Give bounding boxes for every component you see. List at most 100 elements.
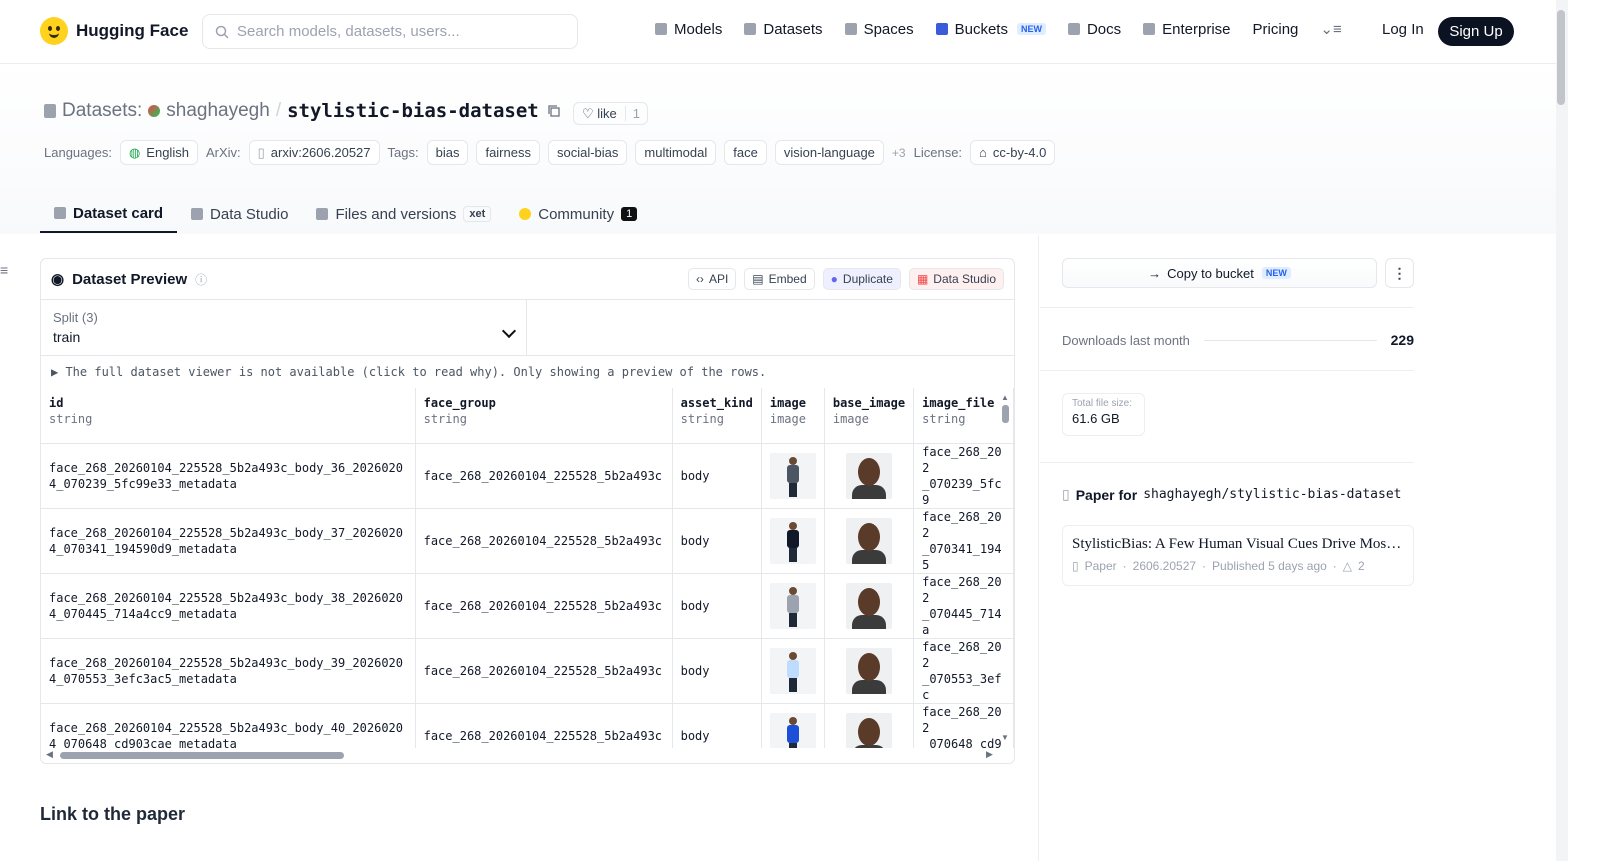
- split-select[interactable]: Split (3) train: [41, 300, 527, 355]
- face-image-thumbnail[interactable]: [845, 582, 892, 629]
- copy-to-bucket-button[interactable]: → Copy to bucket NEW: [1062, 258, 1377, 288]
- tag-item[interactable]: bias: [426, 140, 469, 165]
- login-link[interactable]: Log In: [1382, 21, 1424, 38]
- tag-license[interactable]: ⌂ cc-by-4.0: [970, 140, 1056, 165]
- brand-logo[interactable]: Hugging Face: [40, 17, 188, 45]
- file-size-card: Total file size: 61.6 GB: [1062, 393, 1145, 436]
- face-image-thumbnail[interactable]: [845, 712, 892, 748]
- tag-language[interactable]: ◍ English: [119, 140, 198, 165]
- table-row[interactable]: face_268_20260104_225528_5b2a493c_body_3…: [41, 508, 1014, 574]
- spaces-icon: [844, 23, 857, 35]
- repo-owner-link[interactable]: shaghayegh: [166, 100, 270, 122]
- column-header[interactable]: id string: [41, 388, 416, 444]
- nav-pricing-label: Pricing: [1252, 20, 1299, 38]
- document-icon: ▯: [1072, 559, 1079, 573]
- tab-community[interactable]: Community 1: [505, 195, 651, 233]
- duplicate-button[interactable]: ● Duplicate: [822, 268, 901, 290]
- table-cell: face_268_202 _070341_1945: [913, 508, 1014, 574]
- body-image-thumbnail[interactable]: [769, 712, 816, 748]
- license-value: cc-by-4.0: [992, 145, 1047, 160]
- column-name: base_image: [832, 396, 906, 410]
- column-header[interactable]: face_group string: [415, 388, 673, 444]
- table-cell: [824, 508, 915, 574]
- table-row[interactable]: face_268_20260104_225528_5b2a493c_body_3…: [41, 443, 1014, 509]
- face-image-thumbnail[interactable]: [845, 647, 892, 694]
- table-cell: [761, 573, 825, 639]
- nav-datasets[interactable]: Datasets: [744, 20, 823, 38]
- table-row[interactable]: face_268_20260104_225528_5b2a493c_body_4…: [41, 703, 1014, 748]
- nav-datasets-label: Datasets: [763, 20, 823, 38]
- body-image-thumbnail[interactable]: [769, 452, 816, 499]
- face-image-thumbnail[interactable]: [845, 452, 892, 499]
- column-header[interactable]: image image: [761, 388, 825, 444]
- nav-pricing[interactable]: Pricing: [1253, 21, 1299, 38]
- arrow-right-icon: →: [1148, 265, 1162, 281]
- column-type: string: [49, 412, 93, 426]
- body-image-thumbnail[interactable]: [769, 517, 816, 564]
- paper-card[interactable]: StylisticBias: A Few Human Visual Cues D…: [1062, 525, 1414, 586]
- more-options-icon[interactable]: ⋮: [1385, 258, 1414, 288]
- table-horizontal-scrollbar[interactable]: ◀ ▶: [40, 748, 1014, 762]
- table-cell: face_268_202 _070553_3efc: [913, 638, 1014, 704]
- paper-upvotes: 2: [1358, 559, 1365, 573]
- table-cell: [761, 638, 825, 704]
- tab-label: Dataset card: [73, 204, 164, 222]
- embed-button[interactable]: ▤ Embed: [744, 268, 815, 290]
- api-label: API: [708, 272, 729, 286]
- table-cell: face_268_202 _070239_5fc9: [913, 443, 1014, 509]
- more-tags[interactable]: +3: [892, 146, 906, 160]
- tag-item[interactable]: vision-language: [774, 140, 884, 165]
- table-cell: body: [672, 638, 762, 704]
- copy-icon[interactable]: [547, 104, 561, 118]
- search-box[interactable]: [202, 14, 578, 49]
- nav-enterprise[interactable]: Enterprise: [1143, 21, 1231, 38]
- new-badge: NEW: [1016, 23, 1046, 35]
- table-row[interactable]: face_268_20260104_225528_5b2a493c_body_3…: [41, 638, 1014, 704]
- page-scrollbar[interactable]: [1556, 0, 1568, 861]
- nav-more-menu[interactable]: ⌄≡: [1320, 20, 1341, 38]
- tag-item[interactable]: social-bias: [547, 140, 628, 165]
- tag-item[interactable]: fairness: [476, 140, 540, 165]
- paper-title: StylisticBias: A Few Human Visual Cues D…: [1072, 536, 1402, 552]
- tab-dataset-card[interactable]: Dataset card: [40, 195, 178, 233]
- nav-spaces[interactable]: Spaces: [844, 20, 914, 38]
- table-cell: face_268_20260104_225528_5b2a493c: [415, 443, 673, 509]
- nav-docs[interactable]: Docs: [1067, 21, 1121, 38]
- nav-models[interactable]: Models: [655, 21, 722, 38]
- api-button[interactable]: ‹› API: [687, 268, 737, 290]
- eye-icon: ◉: [51, 271, 65, 288]
- globe-icon: ◍: [128, 144, 141, 160]
- tab-label: Community: [538, 205, 615, 223]
- nav-spaces-label: Spaces: [863, 20, 914, 38]
- tag-item[interactable]: face: [724, 140, 767, 165]
- breadcrumb-section[interactable]: Datasets:: [62, 100, 142, 122]
- body-image-thumbnail[interactable]: [769, 647, 816, 694]
- sidebar-toggle-icon[interactable]: ≡: [0, 262, 8, 278]
- tab-files[interactable]: Files and versions xet: [302, 195, 505, 233]
- search-input[interactable]: [237, 23, 557, 40]
- table-cell: face_268_20260104_225528_5b2a493c_body_4…: [41, 703, 416, 748]
- tag-arxiv[interactable]: ▯ arxiv:2606.20527: [248, 140, 380, 165]
- viewer-note[interactable]: ▶ The full dataset viewer is not availab…: [41, 356, 1014, 388]
- column-header[interactable]: base_image image: [824, 388, 915, 444]
- table-vertical-scrollbar[interactable]: ▲ ▼: [1000, 393, 1012, 743]
- tab-data-studio[interactable]: Data Studio: [177, 195, 302, 233]
- repo-name[interactable]: stylistic-bias-dataset: [287, 100, 539, 122]
- column-header[interactable]: image_file string: [913, 388, 1014, 444]
- data-studio-button[interactable]: ▦ Data Studio: [908, 268, 1004, 290]
- table-cell: body: [672, 703, 762, 748]
- signup-button[interactable]: Sign Up: [1438, 17, 1514, 46]
- section-heading: Link to the paper: [40, 804, 186, 824]
- filesize-label: Total file size:: [1072, 398, 1133, 409]
- body-image-thumbnail[interactable]: [769, 582, 816, 629]
- metadata-tags: Languages: ◍ English ArXiv: ▯ arxiv:2606.2…: [44, 140, 1056, 165]
- tag-item[interactable]: multimodal: [635, 140, 717, 165]
- brand-name: Hugging Face: [76, 21, 189, 40]
- tags-label: Tags:: [387, 145, 419, 160]
- table-row[interactable]: face_268_20260104_225528_5b2a493c_body_3…: [41, 573, 1014, 639]
- column-header[interactable]: asset_kind string: [672, 388, 762, 444]
- face-image-thumbnail[interactable]: [845, 517, 892, 564]
- like-button[interactable]: ♡ like 1: [573, 102, 649, 125]
- info-icon[interactable]: ⓘ: [195, 271, 207, 288]
- nav-buckets[interactable]: Buckets NEW: [935, 21, 1046, 38]
